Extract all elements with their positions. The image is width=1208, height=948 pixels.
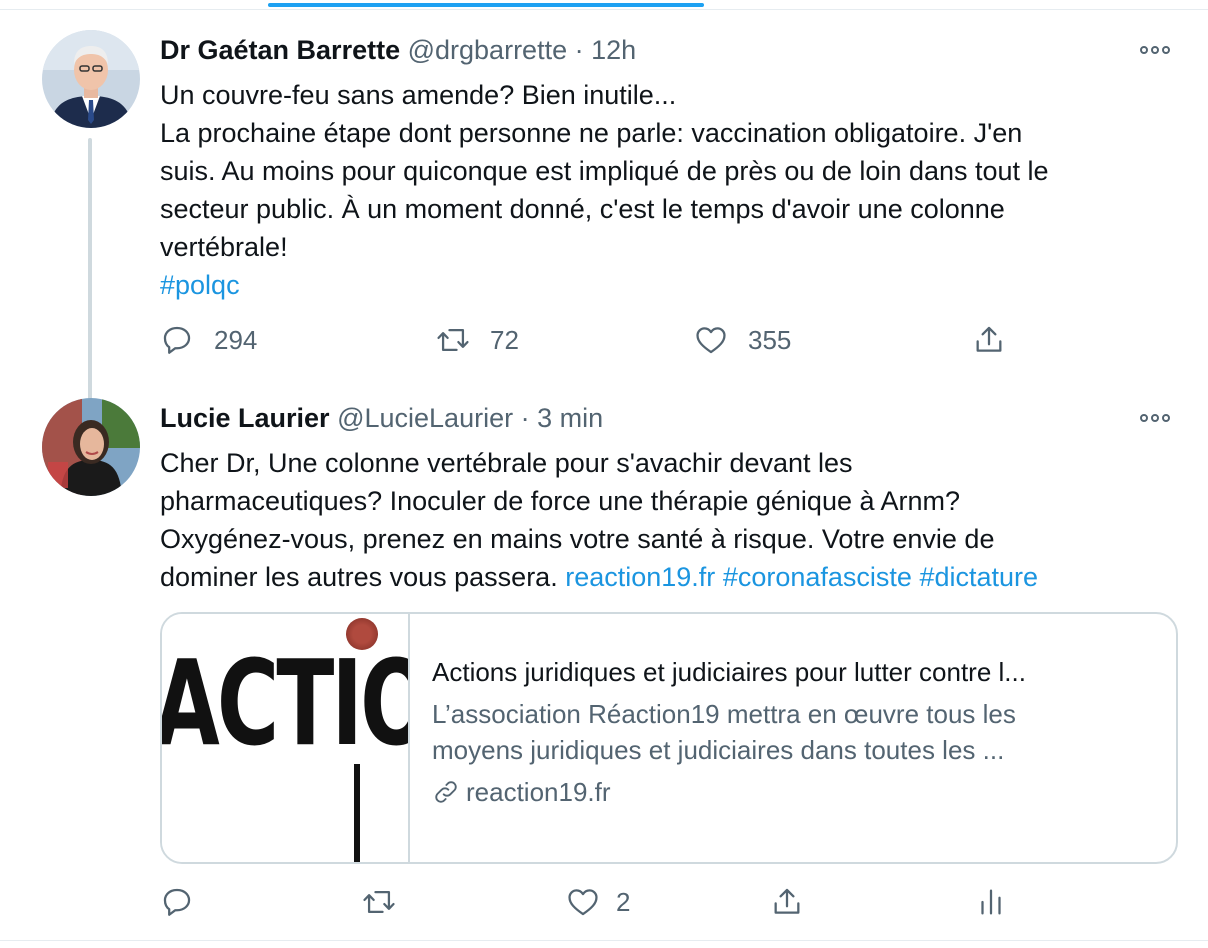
share-button[interactable] (770, 884, 804, 920)
reply-icon (163, 326, 191, 354)
active-tab-indicator (268, 3, 704, 7)
tweet[interactable]: Lucie Laurier @LucieLaurier · 3 min Cher… (0, 392, 1208, 940)
top-tab-bar (0, 0, 1208, 10)
reply-button[interactable]: 294 (160, 322, 257, 358)
card-text: Actions juridiques et judiciaires pour l… (432, 654, 1162, 810)
heart-icon (568, 889, 598, 916)
avatar[interactable] (42, 398, 140, 496)
tweet[interactable]: Dr Gaétan Barrette @drgbarrette · 12h Un… (0, 24, 1208, 410)
retweet-button[interactable] (362, 884, 396, 920)
author-name[interactable]: Lucie Laurier (160, 403, 330, 433)
tweet-text-fragment: dominer les autres vous passera. (160, 562, 558, 592)
man-in-suit-avatar-icon (42, 30, 140, 128)
share-icon (774, 888, 800, 914)
retweet-count: 72 (490, 324, 519, 355)
tweet-text-line: Oxygénez-vous, prenez en mains votre san… (160, 524, 995, 554)
retweet-icon (437, 328, 469, 352)
tweet-text-line: Un couvre-feu sans amende? Bien inutile.… (160, 80, 677, 110)
more-options-icon[interactable] (1140, 408, 1176, 428)
logo-bar (354, 764, 360, 862)
reply-button[interactable] (160, 884, 194, 920)
hashtag-link[interactable]: #polqc (160, 266, 1190, 304)
separator: · (520, 403, 530, 433)
analytics-button[interactable] (974, 884, 1008, 920)
avatar[interactable] (42, 30, 140, 128)
retweet-icon (363, 890, 395, 914)
author-handle[interactable]: @LucieLaurier (337, 403, 513, 433)
divider (0, 940, 1208, 941)
tweet-text-line: vertébrale! (160, 232, 288, 262)
retweet-button[interactable]: 72 (436, 322, 519, 358)
card-description-line: moyens juridiques et judiciaires dans to… (432, 735, 1005, 765)
hashtag-link[interactable]: #dictature (919, 562, 1038, 592)
tweet-actions: 2 (160, 884, 1160, 920)
tweet-text-line: pharmaceutiques? Inoculer de force une t… (160, 486, 961, 516)
link-preview-card[interactable]: ACTIO Actions juridiques et judiciaires … (160, 612, 1178, 864)
link-icon (435, 781, 457, 803)
card-description-line: L’association Réaction19 mettra en œuvre… (432, 699, 1016, 729)
card-description: L’association Réaction19 mettra en œuvre… (432, 696, 1162, 768)
card-title: Actions juridiques et judiciaires pour l… (432, 657, 1026, 687)
tweet-text-line: Cher Dr, Une colonne vertébrale pour s'a… (160, 448, 853, 478)
like-button[interactable]: 2 (566, 884, 630, 920)
woman-portrait-avatar-icon (42, 398, 140, 496)
thread-connector-line (88, 138, 92, 410)
tweet-actions: 294 72 355 (160, 322, 1160, 358)
card-logo-text: ACTIO (162, 634, 410, 772)
like-count: 355 (748, 324, 792, 355)
share-button[interactable] (972, 322, 1006, 358)
like-button[interactable]: 355 (694, 322, 791, 358)
more-options-icon[interactable] (1140, 40, 1176, 60)
like-count: 2 (616, 886, 631, 917)
share-icon (976, 326, 1002, 352)
reply-count: 294 (214, 324, 258, 355)
reply-icon (163, 888, 191, 916)
analytics-icon (981, 889, 1001, 915)
author-handle[interactable]: @drgbarrette (408, 35, 567, 65)
card-domain: reaction19.fr (432, 774, 1162, 810)
tweet-header: Lucie Laurier @LucieLaurier · 3 min (160, 402, 603, 434)
tweet-timestamp[interactable]: 12h (591, 35, 636, 65)
tweet-header: Dr Gaétan Barrette @drgbarrette · 12h (160, 34, 636, 66)
tweet-text-line: suis. Au moins pour quiconque est impliq… (160, 156, 1049, 186)
url-link[interactable]: reaction19.fr (565, 562, 715, 592)
card-domain-text: reaction19.fr (466, 777, 611, 807)
card-thumbnail: ACTIO (162, 614, 410, 862)
tweet-text-line: dominer les autres vous passera. reactio… (160, 558, 1190, 596)
tweet-text-line: La prochaine étape dont personne ne parl… (160, 118, 1023, 148)
heart-icon (696, 327, 726, 354)
tweet-text: Un couvre-feu sans amende? Bien inutile.… (160, 76, 1190, 304)
tweet-text: Cher Dr, Une colonne vertébrale pour s'a… (160, 444, 1190, 596)
hashtag-link[interactable]: #coronafasciste (723, 562, 912, 592)
tweet-text-line: secteur public. À un moment donné, c'est… (160, 194, 1005, 224)
author-name[interactable]: Dr Gaétan Barrette (160, 35, 400, 65)
tweet-timestamp[interactable]: 3 min (537, 403, 603, 433)
separator: · (574, 35, 584, 65)
